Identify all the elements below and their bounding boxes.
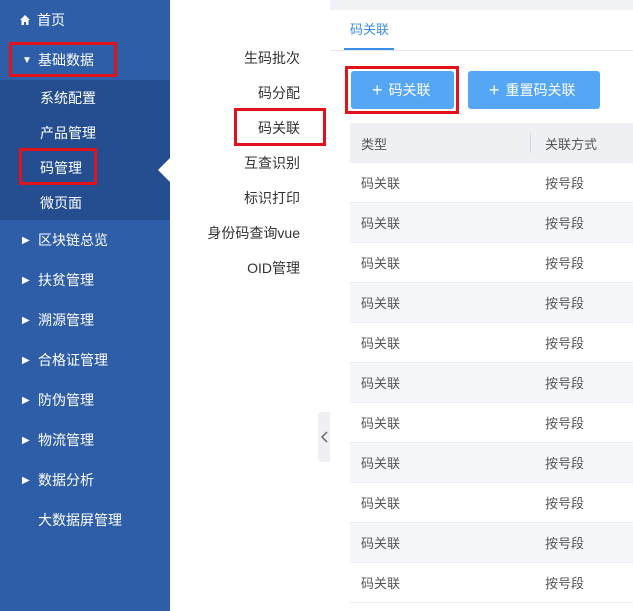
sidebar-item-label: 大数据屏管理 [38,512,122,528]
sidebar-item-certificate[interactable]: ▶ 合格证管理 [0,340,170,380]
cell-type: 码关联 [361,416,401,431]
highlight-box-code-management [19,148,97,185]
submenu-item-label: 生码批次 [244,49,300,66]
caret-right-icon: ▶ [22,354,30,366]
submenu-item-oid[interactable]: OID管理 [247,250,300,285]
sidebar-item-home[interactable]: 首页 [0,0,170,40]
table-row[interactable]: 码关联 按号段 [350,443,633,483]
submenu-item-label: 标识打印 [244,189,300,206]
cell-link-method: 按号段 [545,456,585,471]
tab-active-indicator [344,48,394,50]
caret-right-icon: ▶ [22,474,30,486]
caret-right-icon: ▶ [22,394,30,406]
button-label: 重置码关联 [505,82,576,98]
sidebar-item-anticounterfeit[interactable]: ▶ 防伪管理 [0,380,170,420]
table-row[interactable]: 码关联 按号段 [350,523,633,563]
sidebar-item-poverty[interactable]: ▶ 扶贫管理 [0,260,170,300]
caret-right-icon: ▶ [22,434,30,446]
cell-link-method: 按号段 [545,376,585,391]
submenu-item-batch[interactable]: 生码批次 [244,40,300,75]
submenu-item-allocate[interactable]: 码分配 [258,75,300,110]
sidebar-item-analytics[interactable]: ▶ 数据分析 [0,460,170,500]
cell-link-method: 按号段 [545,536,585,551]
cell-type: 码关联 [361,296,401,311]
tab-code-link[interactable]: 码关联 [350,10,389,50]
sidebar-item-label: 防伪管理 [38,392,94,408]
caret-right-icon: ▶ [22,234,30,246]
highlight-box-basic-data [9,42,117,77]
column-divider [530,133,531,153]
sidebar-item-label: 物流管理 [38,432,94,448]
table-header: 类型 关联方式 [350,123,633,163]
highlight-box-submenu-code-link [234,108,326,146]
cell-type: 码关联 [361,456,401,471]
sidebar-item-label: 溯源管理 [38,312,94,328]
cell-link-method: 按号段 [545,256,585,271]
sidebar-item-label: 扶贫管理 [38,272,94,288]
table-row[interactable]: 码关联 按号段 [350,163,633,203]
table-row[interactable]: 码关联 按号段 [350,363,633,403]
cell-type: 码关联 [361,376,401,391]
column-header-type: 类型 [361,136,388,152]
table-row[interactable]: 码关联 按号段 [350,563,633,603]
sidebar-item-label: 数据分析 [38,472,94,488]
sidebar-item-label: 首页 [37,12,65,28]
sidebar-subitem-product[interactable]: 产品管理 [0,115,170,150]
cell-type: 码关联 [361,336,401,351]
table-row[interactable]: 码关联 按号段 [350,203,633,243]
submenu-item-label: OID管理 [247,259,300,276]
cell-type: 码关联 [361,176,401,191]
plus-icon: + [489,80,500,100]
cell-type: 码关联 [361,576,401,591]
column-header-link-method: 关联方式 [545,136,598,152]
sidebar-subitem-label: 产品管理 [40,124,96,141]
submenu-item-label-print[interactable]: 标识打印 [244,180,300,215]
cell-link-method: 按号段 [545,336,585,351]
cell-link-method: 按号段 [545,416,585,431]
cell-link-method: 按号段 [545,576,585,591]
submenu-item-id-query[interactable]: 身份码查询vue [207,215,300,250]
sidebar-item-label: 合格证管理 [38,352,108,368]
sidebar-item-trace[interactable]: ▶ 溯源管理 [0,300,170,340]
submenu-item-label: 码分配 [258,84,300,101]
sidebar-item-blockchain[interactable]: ▶ 区块链总览 [0,220,170,260]
sidebar-item-label: 区块链总览 [38,232,108,248]
cell-link-method: 按号段 [545,296,585,311]
cell-link-method: 按号段 [545,176,585,191]
table-row[interactable]: 码关联 按号段 [350,283,633,323]
reset-code-link-button[interactable]: + 重置码关联 [468,71,600,109]
highlight-box-code-link-button [345,66,459,114]
tab-bar-divider [330,50,633,51]
sidebar-subitem-label: 微页面 [40,194,82,211]
active-pointer [158,158,170,182]
submenu-item-cross-check[interactable]: 互查识别 [244,145,300,180]
sidebar-item-logistics[interactable]: ▶ 物流管理 [0,420,170,460]
caret-right-icon: ▶ [22,314,30,326]
cell-link-method: 按号段 [545,496,585,511]
chevron-left-icon [321,431,328,443]
sidebar-subitem-system-config[interactable]: 系统配置 [0,80,170,115]
submenu-item-label: 身份码查询vue [207,224,300,241]
cell-type: 码关联 [361,496,401,511]
submenu-item-label: 互查识别 [244,154,300,171]
sidebar-subitem-micro-page[interactable]: 微页面 [0,185,170,220]
submenu: 生码批次 码分配 码关联 互查识别 标识打印 身份码查询vue OID管理 [170,0,330,611]
sidebar-subitem-label: 系统配置 [40,89,96,106]
sidebar: 首页 ▼ 基础数据 系统配置 产品管理 码管理 微页面 ▶ 区块链总览 ▶ 扶贫… [0,0,170,611]
home-icon [20,15,30,25]
table-row[interactable]: 码关联 按号段 [350,483,633,523]
cell-type: 码关联 [361,256,401,271]
cell-type: 码关联 [361,536,401,551]
cell-type: 码关联 [361,216,401,231]
cell-link-method: 按号段 [545,216,585,231]
table-row[interactable]: 码关联 按号段 [350,323,633,363]
caret-right-icon: ▶ [22,274,30,286]
sidebar-item-bigscreen[interactable]: 大数据屏管理 [0,500,170,540]
table-row[interactable]: 码关联 按号段 [350,403,633,443]
table-row[interactable]: 码关联 按号段 [350,243,633,283]
